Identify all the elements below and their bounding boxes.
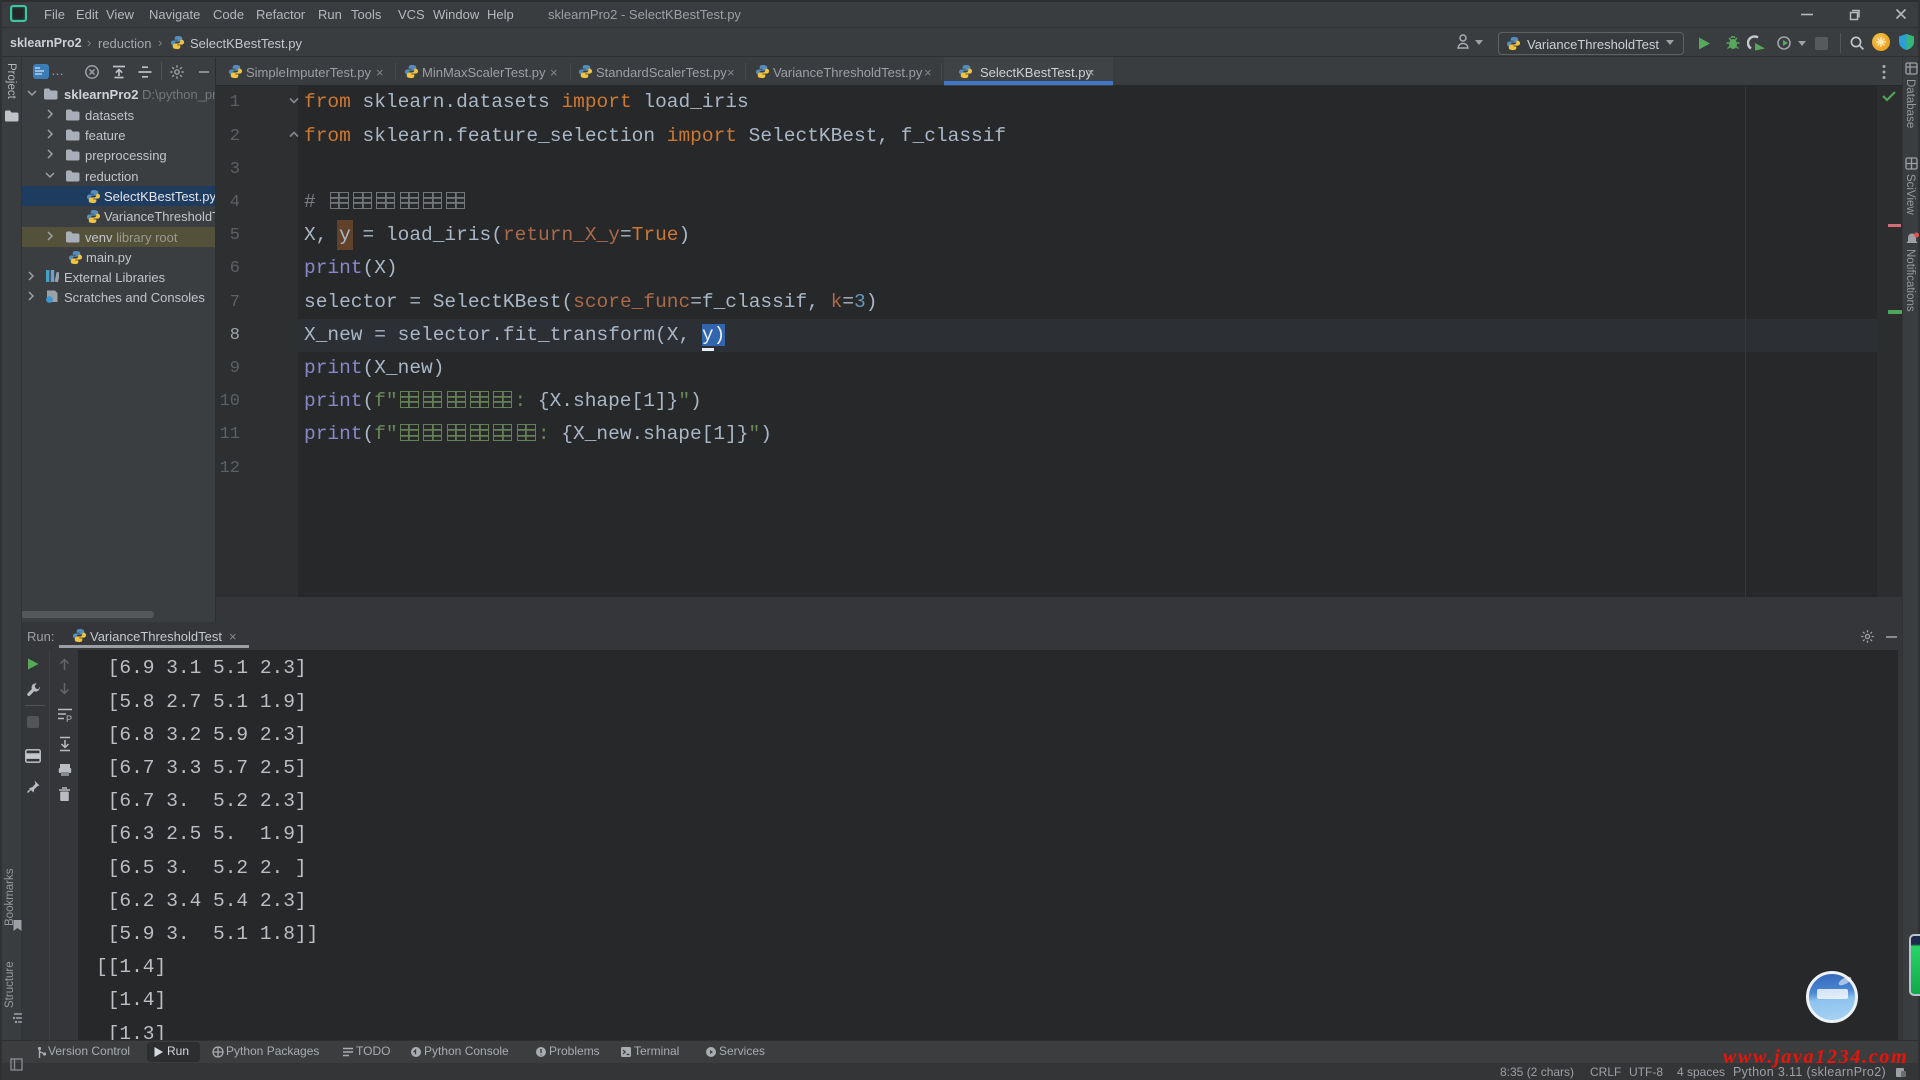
svg-text:P: P: [66, 714, 72, 723]
